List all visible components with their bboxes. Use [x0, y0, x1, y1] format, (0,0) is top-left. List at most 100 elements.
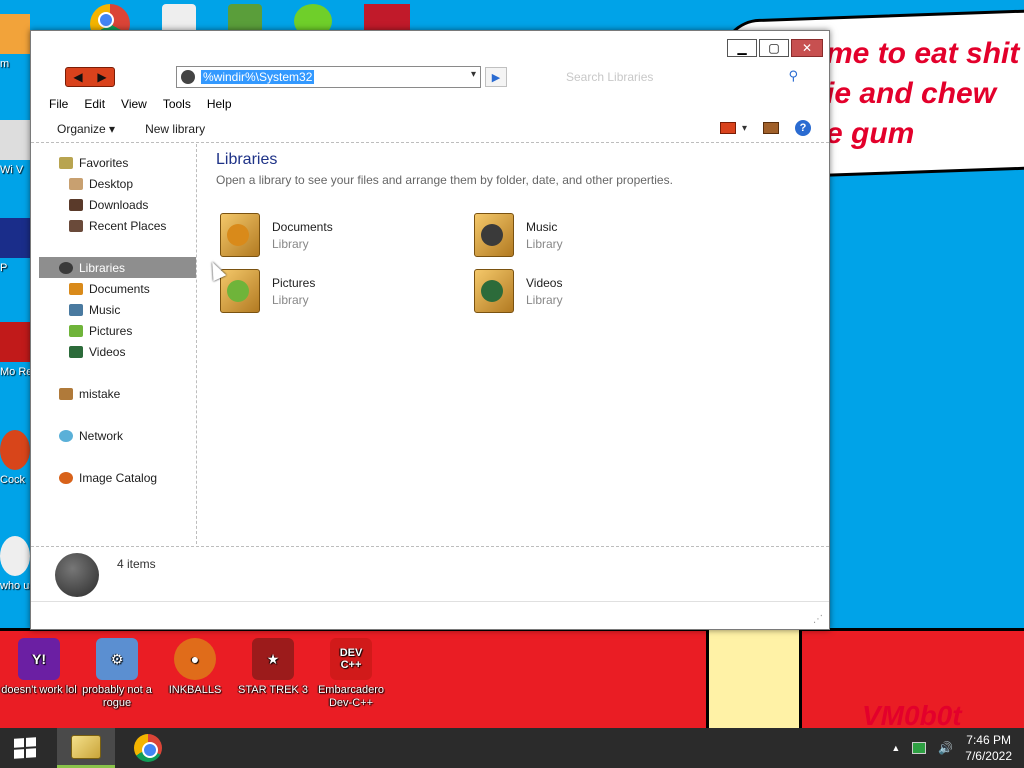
nav-label: Image Catalog: [79, 470, 158, 485]
nav-mistake[interactable]: mistake: [31, 383, 196, 404]
nav-desktop[interactable]: Desktop: [31, 173, 196, 194]
library-videos[interactable]: Videos Library: [474, 267, 714, 315]
library-documents[interactable]: Documents Library: [220, 211, 460, 259]
address-bar[interactable]: %windir%\System32 ▾: [176, 66, 481, 88]
nav-label: Desktop: [89, 176, 134, 191]
desktop-icon-label: STAR TREK 3: [238, 684, 308, 696]
new-library-button[interactable]: New library: [145, 122, 205, 136]
nav-recent-places[interactable]: Recent Places: [31, 215, 196, 236]
nav-videos[interactable]: Videos: [31, 341, 196, 362]
windows-logo-pane: [26, 737, 36, 747]
nav-pictures[interactable]: Pictures: [31, 320, 196, 341]
nav-favorites[interactable]: Favorites: [31, 152, 196, 173]
desktop-icon-rogue[interactable]: ⚙ probably not a rogue: [78, 638, 156, 710]
library-text: Music Library: [526, 220, 563, 251]
menu-tools[interactable]: Tools: [163, 97, 191, 111]
view-dropdown-icon[interactable]: ▾: [742, 123, 747, 134]
maximize-button[interactable]: ▢: [759, 39, 789, 57]
preview-pane-icon[interactable]: [763, 122, 779, 134]
left-desktop-icon-3[interactable]: Mo Re: [0, 322, 32, 378]
address-value[interactable]: %windir%\System32: [201, 70, 315, 84]
libraries-orb-icon: [55, 553, 99, 597]
menu-file[interactable]: File: [49, 97, 68, 111]
library-pictures[interactable]: Pictures Library: [220, 267, 460, 315]
resize-grip-icon[interactable]: ⋰: [813, 614, 823, 625]
menu-view[interactable]: View: [121, 97, 147, 111]
library-type: Library: [526, 292, 563, 307]
view-options-icon[interactable]: [719, 122, 736, 134]
content-pane: Libraries Open a library to see your fil…: [216, 151, 816, 541]
organize-button[interactable]: Organize ▾: [57, 122, 115, 136]
nav-label: Videos: [89, 344, 126, 359]
forward-arrow-icon[interactable]: ▶: [97, 70, 106, 84]
go-button[interactable]: ▶: [485, 67, 507, 87]
search-box[interactable]: Search Libraries ⚲: [566, 67, 798, 87]
nav-image-catalog[interactable]: Image Catalog: [31, 467, 196, 488]
navigation-row: ◀ ▶ %windir%\System32 ▾ ▶ Search Librari…: [31, 63, 829, 91]
menu-bar: File Edit View Tools Help: [31, 93, 829, 115]
nav-label: Pictures: [89, 323, 133, 338]
library-text: Pictures Library: [272, 276, 315, 307]
desktop-icon-yahoo[interactable]: Y! doesn't work lol: [0, 638, 78, 697]
menu-help[interactable]: Help: [207, 97, 232, 111]
left-desktop-icon-2[interactable]: P: [0, 218, 32, 274]
left-icon-image-1: [0, 120, 30, 160]
taskbar: ▲ 🔊 7:46 PM 7/6/2022: [0, 728, 1024, 768]
yahoo-icon: Y!: [18, 638, 60, 680]
nav-network[interactable]: Network: [31, 425, 196, 446]
left-icon-label-1: Wi V: [0, 164, 24, 176]
nav-downloads[interactable]: Downloads: [31, 194, 196, 215]
left-desktop-icon-1[interactable]: Wi V: [0, 120, 32, 176]
command-bar: Organize ▾ New library ▾ ?: [31, 115, 829, 143]
search-placeholder: Search Libraries: [566, 70, 654, 84]
taskbar-chrome[interactable]: [119, 728, 177, 768]
tray-overflow-icon[interactable]: ▲: [891, 743, 900, 753]
star-icon: [59, 156, 73, 169]
left-desktop-icon-4[interactable]: Cock: [0, 430, 32, 486]
nav-documents[interactable]: Documents: [31, 278, 196, 299]
documents-badge-icon: [227, 224, 249, 246]
library-music[interactable]: Music Library: [474, 211, 714, 259]
windows-logo-pane: [14, 749, 24, 759]
pictures-badge-icon: [227, 280, 249, 302]
left-icon-image-3: [0, 322, 30, 362]
taskbar-explorer[interactable]: [57, 728, 115, 768]
left-desktop-icon-5[interactable]: who us: [0, 536, 32, 592]
desktop-icon-devcpp[interactable]: DEV C++ Embarcadero Dev-C++: [312, 638, 390, 710]
nav-label: mistake: [79, 386, 121, 401]
desktop-icon-label: INKBALLS: [168, 684, 222, 696]
videos-folder-icon: [474, 269, 514, 313]
logo-desktop-icon[interactable]: [364, 4, 410, 30]
back-arrow-icon[interactable]: ◀: [73, 70, 82, 84]
desktop-icon: [69, 177, 83, 190]
desktop-icon-inkballs[interactable]: ● INKBALLS: [156, 638, 234, 697]
window-controls: ▁ ▢ ✕: [727, 39, 823, 57]
menu-edit[interactable]: Edit: [84, 97, 105, 111]
nav-music[interactable]: Music: [31, 299, 196, 320]
nav-label: Downloads: [89, 197, 149, 212]
nav-libraries[interactable]: Libraries: [39, 257, 196, 278]
network-status-icon[interactable]: [912, 742, 927, 754]
location-icon: [181, 70, 195, 84]
minimize-button[interactable]: ▁: [727, 39, 757, 57]
page-title: Libraries: [216, 151, 278, 168]
left-desktop-icon-0[interactable]: m: [0, 14, 32, 70]
item-count: 4 items: [117, 557, 156, 571]
windows-logo-pane: [14, 738, 24, 748]
library-type: Library: [526, 236, 563, 251]
start-button[interactable]: [14, 737, 36, 759]
desktop-icon-star-trek[interactable]: ★ STAR TREK 3: [234, 638, 312, 697]
close-button[interactable]: ✕: [791, 39, 823, 57]
library-name: Videos: [526, 275, 563, 290]
status-bar: ⋰: [31, 601, 829, 629]
clock[interactable]: 7:46 PM 7/6/2022: [965, 732, 1012, 764]
search-icon[interactable]: ⚲: [788, 68, 798, 84]
volume-icon[interactable]: 🔊: [938, 741, 953, 755]
page-subtitle: Open a library to see your files and arr…: [216, 173, 673, 187]
inkball-icon: ●: [174, 638, 216, 680]
help-icon[interactable]: ?: [795, 120, 811, 136]
chevron-down-icon[interactable]: ▾: [471, 69, 476, 80]
gear-icon: ⚙: [96, 638, 138, 680]
